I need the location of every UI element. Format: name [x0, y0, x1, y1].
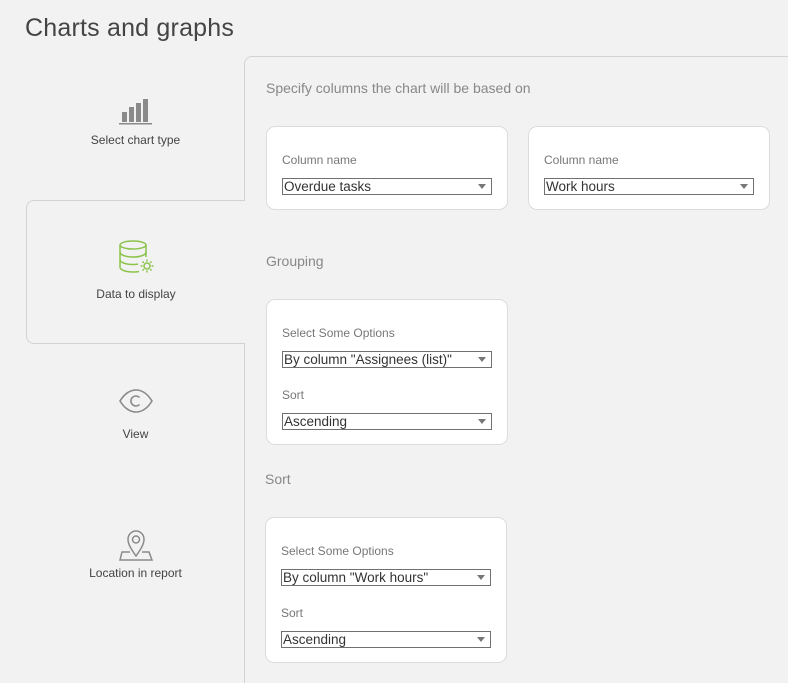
chevron-down-icon — [477, 575, 485, 580]
sort-order-label: Sort — [281, 606, 304, 620]
chevron-down-icon — [478, 184, 486, 189]
sort-order-value: Ascending — [283, 632, 347, 647]
sort-options-select[interactable]: By column "Work hours" — [281, 569, 491, 586]
column-name-label: Column name — [282, 153, 357, 167]
content-panel-divider — [244, 343, 245, 683]
sort-card: Select Some Options By column "Work hour… — [265, 517, 507, 663]
grouping-options-label: Select Some Options — [282, 326, 395, 340]
column-name-value: Overdue tasks — [284, 179, 372, 194]
grouping-card: Select Some Options By column "Assignees… — [266, 299, 508, 445]
grouping-sort-value: Ascending — [284, 414, 348, 429]
grouping-sort-label: Sort — [282, 388, 305, 402]
sort-options-value: By column "Work hours" — [283, 570, 429, 585]
content-panel-border — [244, 56, 788, 76]
sort-order-select[interactable]: Ascending — [281, 631, 491, 648]
chevron-down-icon — [477, 637, 485, 642]
chevron-down-icon — [478, 419, 486, 424]
nav-item-location-in-report[interactable]: Location in report — [26, 486, 245, 628]
location-pin-icon — [118, 530, 153, 561]
grouping-options-value: By column "Assignees (list)" — [284, 352, 452, 367]
nav-item-view[interactable]: View — [26, 344, 245, 486]
nav-label-view: View — [122, 427, 149, 441]
column-card-1: Column name Overdue tasks — [266, 126, 508, 210]
chevron-down-icon — [478, 357, 486, 362]
column-name-select-2[interactable]: Work hours — [544, 178, 754, 195]
sort-options-label: Select Some Options — [281, 544, 394, 558]
nav-label-data-to-display: Data to display — [96, 287, 176, 301]
database-gear-icon — [119, 240, 154, 273]
column-name-select-1[interactable]: Overdue tasks — [282, 178, 492, 195]
eye-icon — [118, 389, 153, 413]
content-panel-divider — [244, 70, 245, 200]
nav-item-select-chart-type[interactable]: Select chart type — [26, 57, 245, 199]
page-title: Charts and graphs — [25, 14, 235, 42]
column-name-label: Column name — [544, 153, 619, 167]
nav-label-select-chart-type: Select chart type — [90, 133, 181, 147]
column-card-2: Column name Work hours — [528, 126, 770, 210]
bar-chart-icon — [118, 99, 152, 125]
grouping-options-select[interactable]: By column "Assignees (list)" — [282, 351, 492, 368]
sort-heading: Sort — [265, 471, 291, 487]
column-name-value: Work hours — [546, 179, 615, 194]
chevron-down-icon — [740, 184, 748, 189]
grouping-sort-select[interactable]: Ascending — [282, 413, 492, 430]
grouping-heading: Grouping — [266, 253, 324, 269]
nav-item-data-to-display[interactable]: Data to display — [26, 200, 245, 344]
columns-heading: Specify columns the chart will be based … — [266, 80, 531, 96]
nav-label-location-in-report: Location in report — [89, 566, 182, 580]
